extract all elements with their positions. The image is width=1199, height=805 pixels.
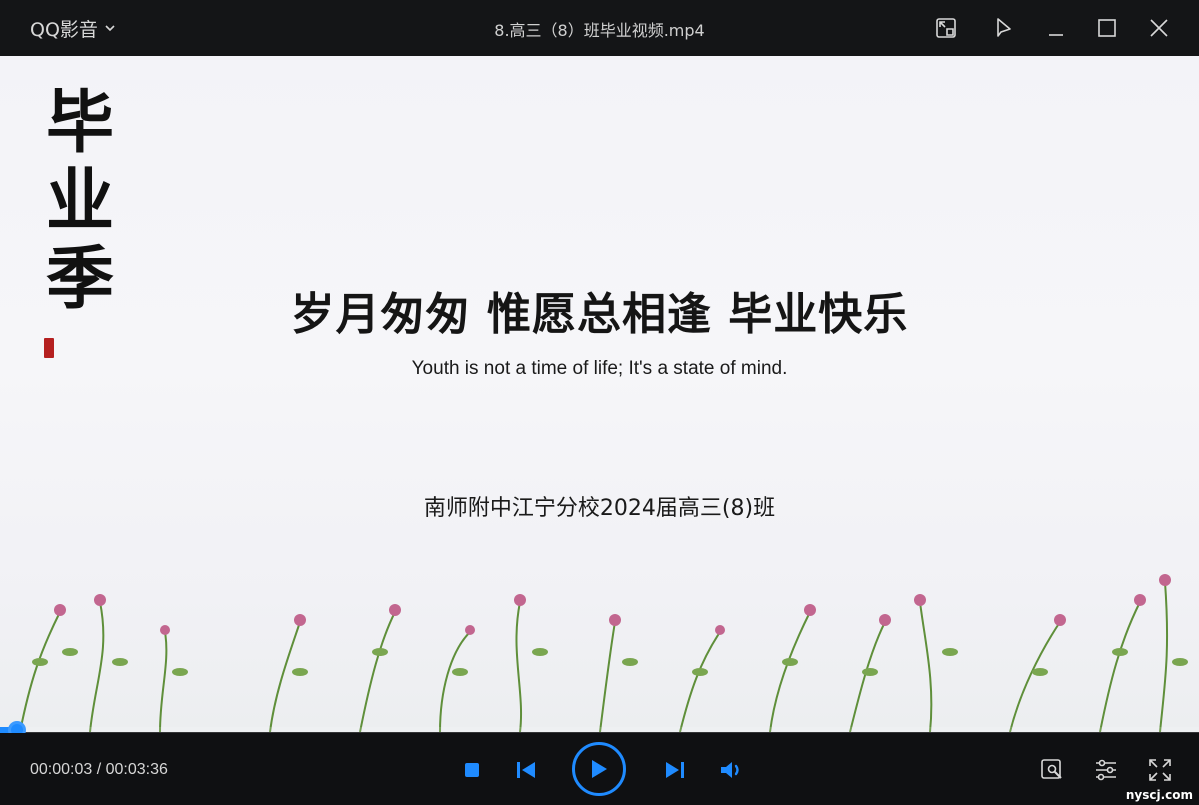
maximize-icon — [1098, 19, 1116, 37]
close-icon — [1150, 19, 1168, 37]
video-main-title: 岁月匆匆 惟愿总相逢 毕业快乐 — [290, 289, 909, 340]
volume-icon — [721, 762, 739, 778]
video-english-subtitle: Youth is not a time of life; It's a stat… — [411, 358, 788, 379]
previous-icon — [517, 762, 535, 778]
player-controls: 00:00:03 / 00:03:36 nyscj.com — [0, 733, 1199, 805]
mini-mode-button[interactable] — [932, 14, 960, 42]
video-frame[interactable]: 毕 业 季 岁月匆匆 惟愿总相逢 毕业快乐 Youth is not a tim… — [0, 56, 1199, 732]
site-watermark: nyscj.com — [1125, 788, 1193, 802]
stop-button[interactable] — [461, 759, 483, 781]
close-button[interactable] — [1145, 14, 1173, 42]
fullscreen-icon — [1149, 759, 1171, 781]
settings-sliders-icon — [1096, 759, 1116, 781]
calligraphy-char: 毕 — [46, 83, 115, 163]
screenshot-tool-button[interactable] — [1038, 756, 1066, 784]
play-icon — [592, 760, 607, 778]
video-school-caption: 南师附中江宁分校2024届高三(8)班 — [423, 496, 776, 521]
file-title: 8.高三（8）班毕业视频.mp4 — [494, 21, 705, 40]
next-icon — [666, 762, 684, 778]
flower-decoration — [19, 574, 1188, 732]
next-button[interactable] — [662, 758, 688, 782]
minimize-icon — [1049, 34, 1063, 36]
previous-button[interactable] — [513, 758, 539, 782]
mini-mode-icon — [936, 18, 956, 38]
title-bar: QQ影音 8.高三（8）班毕业视频.mp4 — [0, 0, 1199, 56]
calligraphy-char: 业 — [46, 161, 115, 241]
fullscreen-button[interactable] — [1146, 756, 1174, 784]
screenshot-tool-icon — [1041, 759, 1062, 779]
volume-button[interactable] — [718, 757, 746, 783]
pin-button[interactable] — [988, 14, 1016, 42]
settings-button[interactable] — [1092, 756, 1120, 784]
play-button[interactable] — [572, 742, 626, 796]
time-display: 00:00:03 / 00:03:36 — [30, 761, 168, 778]
pin-icon — [997, 18, 1011, 37]
stop-icon — [465, 763, 479, 777]
maximize-button[interactable] — [1093, 14, 1121, 42]
minimize-button[interactable] — [1042, 14, 1070, 42]
